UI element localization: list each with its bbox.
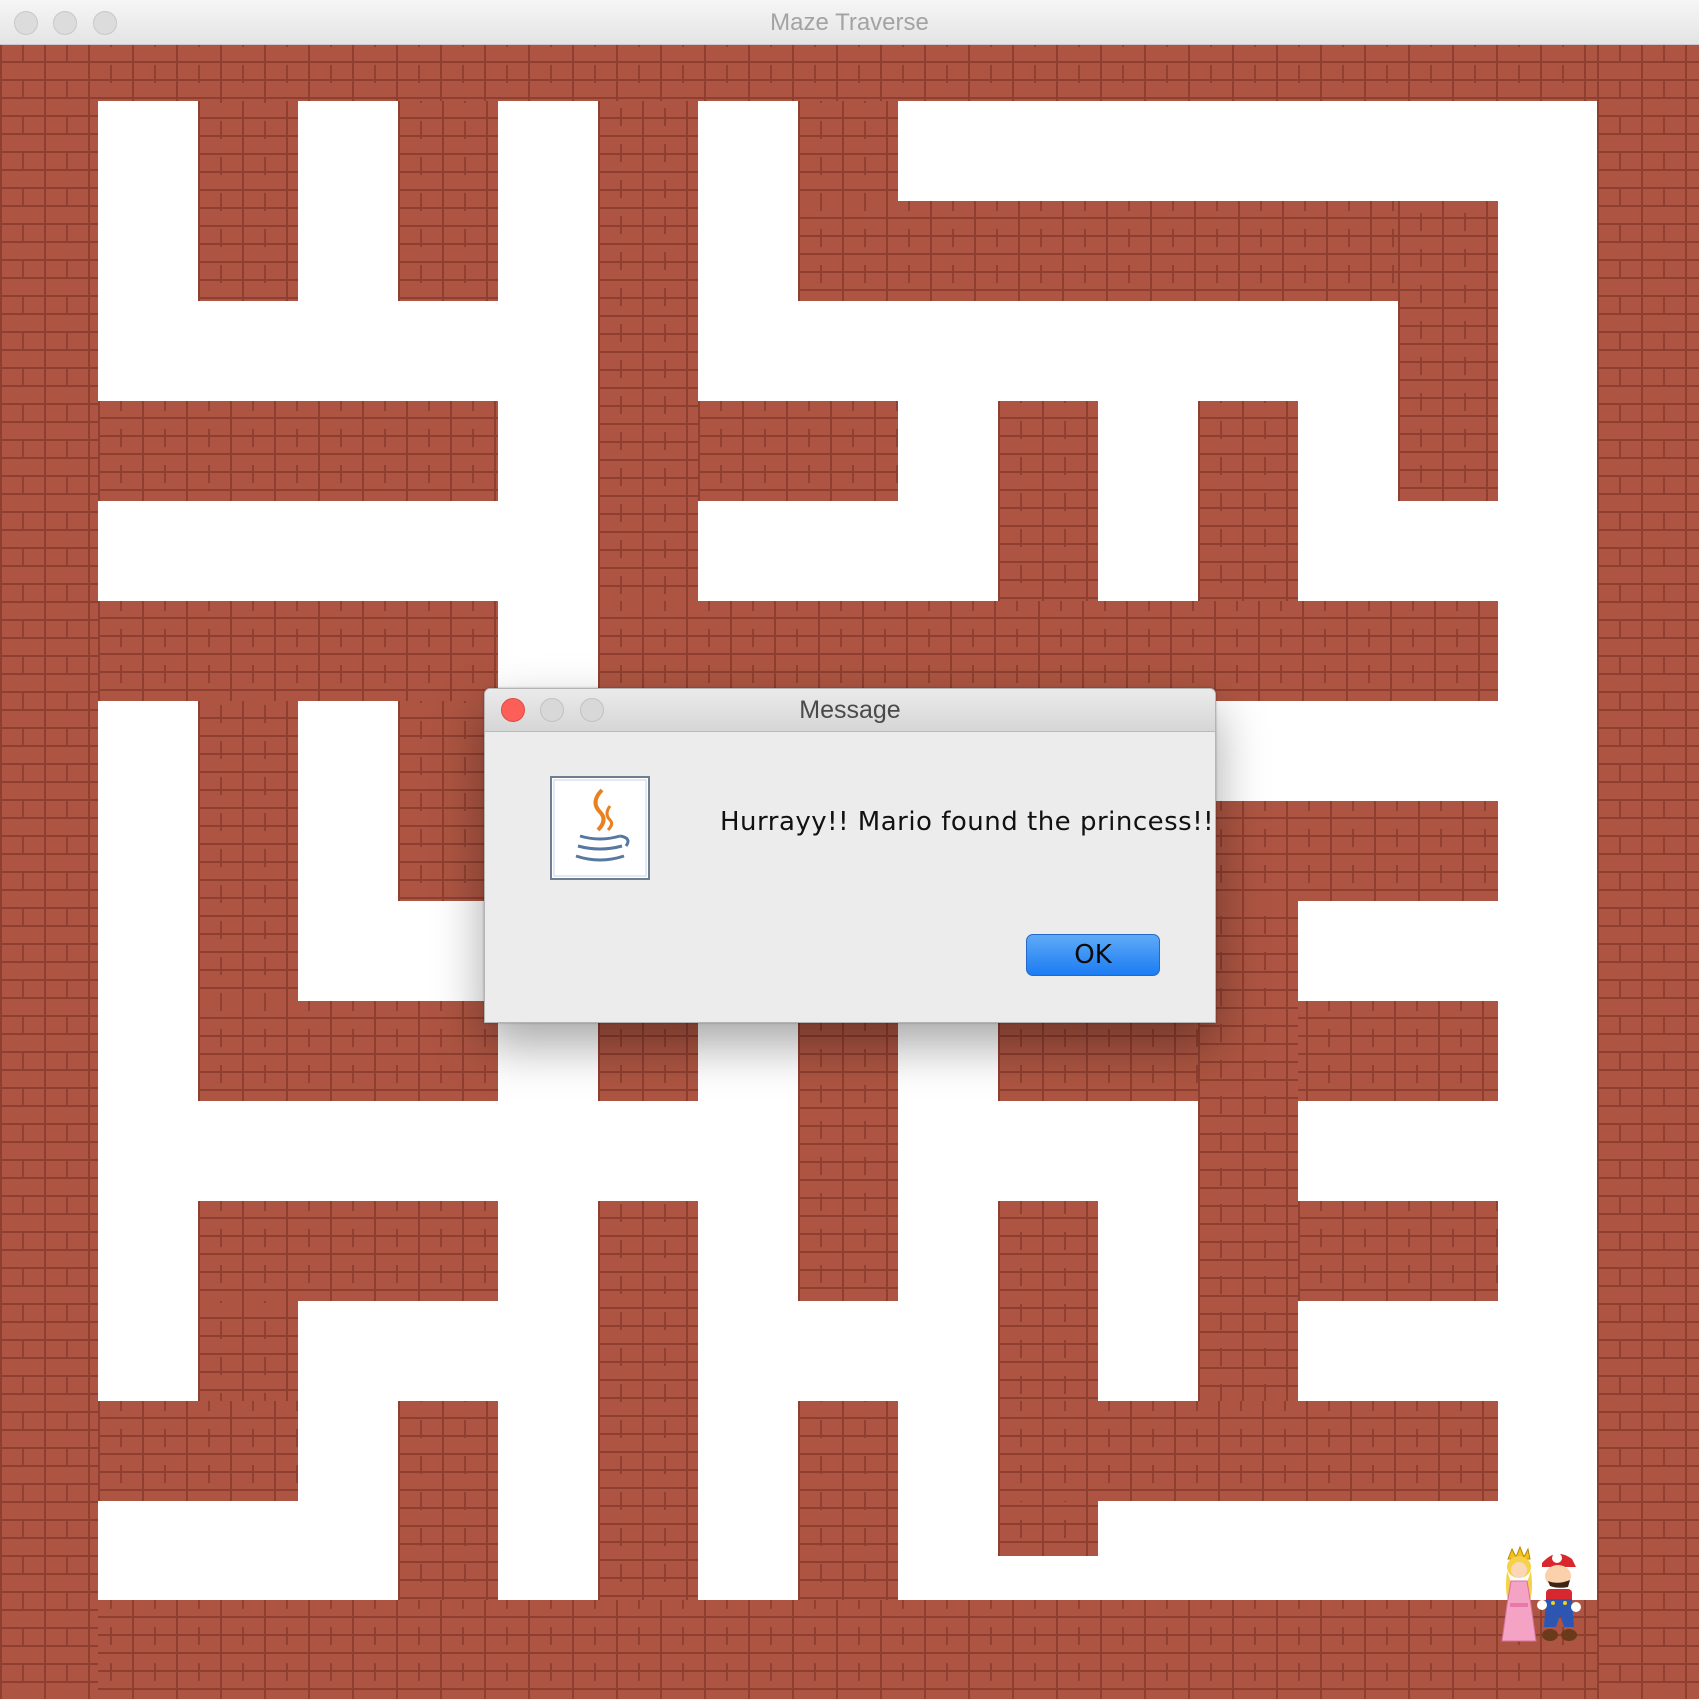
maze-wall — [98, 401, 498, 501]
maze-wall — [698, 401, 898, 501]
java-icon — [550, 776, 650, 880]
maze-wall — [1298, 1201, 1498, 1301]
message-dialog: Message Hurrayy!! Mario found the prince… — [484, 688, 1216, 1023]
maze-wall — [198, 1201, 498, 1301]
mario-and-princess-sprite — [1501, 1545, 1581, 1642]
maze-wall — [0, 45, 98, 1699]
maze-wall — [398, 101, 498, 301]
ok-button[interactable]: OK — [1026, 934, 1160, 976]
maze-wall — [398, 1401, 498, 1600]
dialog-message: Hurrayy!! Mario found the princess!! — [720, 807, 1215, 837]
maze-wall — [598, 1201, 698, 1600]
maze-wall — [798, 201, 1498, 301]
maze-wall — [998, 1201, 1098, 1556]
maze-wall — [198, 1001, 498, 1101]
dialog-titlebar: Message — [485, 689, 1215, 732]
window-titlebar: Maze Traverse — [0, 0, 1699, 45]
maze-wall — [798, 1401, 898, 1600]
maze-wall — [598, 601, 1498, 701]
app-window: Maze Traverse Message Hurrayy!! Mario fo… — [0, 0, 1699, 1699]
maze-wall — [1597, 45, 1699, 1699]
maze-wall — [98, 1401, 298, 1501]
mario-icon — [1537, 1553, 1581, 1641]
maze-wall — [98, 601, 498, 701]
maze-wall — [0, 1600, 1699, 1699]
maze-wall — [0, 45, 1699, 101]
maze-wall — [998, 1401, 1498, 1501]
maze-wall — [198, 101, 298, 301]
maze-wall — [398, 701, 498, 901]
maze-wall — [1198, 401, 1298, 601]
window-title: Maze Traverse — [770, 9, 929, 36]
dialog-title: Message — [799, 696, 901, 724]
maze-wall — [798, 1001, 898, 1301]
maze-wall — [998, 401, 1098, 601]
maze-wall — [1398, 201, 1498, 501]
princess-icon — [1501, 1545, 1537, 1642]
